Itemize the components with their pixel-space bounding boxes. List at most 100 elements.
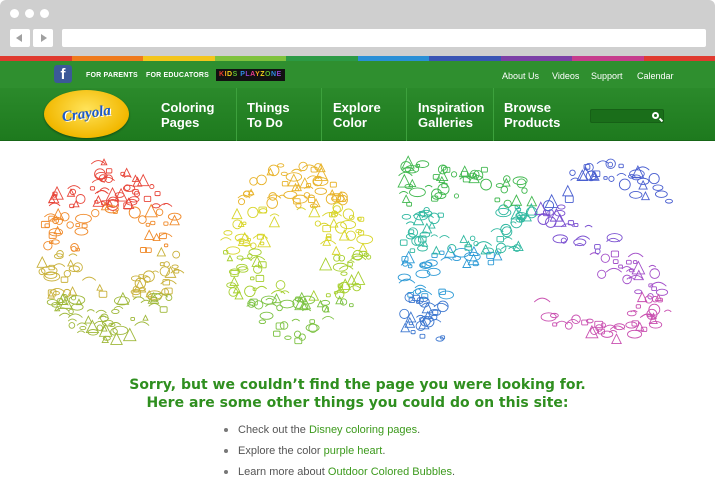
browser-forward-button[interactable] xyxy=(33,29,53,47)
window-close-dot[interactable] xyxy=(10,9,19,18)
crayola-logo[interactable]: Crayola xyxy=(44,90,129,138)
doodle-oval xyxy=(284,335,292,340)
doodle-oval xyxy=(453,248,470,258)
nav-inspiration-galleries[interactable]: Inspiration Galleries xyxy=(418,100,484,130)
doodle-curve xyxy=(95,309,107,314)
doodle-oval xyxy=(649,320,663,329)
doodle-curve xyxy=(348,285,362,290)
doodle-curve xyxy=(648,264,657,268)
utility-bar: f FOR PARENTS FOR EDUCATORS KIDS PLAYZON… xyxy=(0,61,715,88)
doodle-circle xyxy=(345,230,356,241)
doodle-triangle xyxy=(231,207,243,220)
nav-divider xyxy=(493,88,494,141)
nav-coloring-pages[interactable]: Coloring Pages xyxy=(161,100,214,130)
outdoor-colored-bubbles-link[interactable]: Outdoor Colored Bubbles xyxy=(328,466,452,478)
suggestion-suffix: . xyxy=(417,424,421,436)
doodle-oval xyxy=(280,171,288,176)
doodle-circle xyxy=(543,200,555,212)
doodle-curve xyxy=(91,179,105,184)
doodle-curve xyxy=(82,276,97,281)
disney-coloring-pages-link[interactable]: Disney coloring pages xyxy=(309,424,417,436)
doodle-triangle xyxy=(319,257,333,271)
nav-label-line1: Coloring xyxy=(161,100,215,115)
for-educators-link[interactable]: FOR EDUCATORS xyxy=(146,72,209,79)
window-maximize-dot[interactable] xyxy=(40,9,49,18)
doodle-box xyxy=(564,195,574,203)
doodle-box xyxy=(75,223,81,228)
support-link[interactable]: Support xyxy=(591,71,623,81)
doodle-box xyxy=(651,286,657,291)
nav-things-to-do[interactable]: Things To Do xyxy=(247,100,290,130)
about-us-link[interactable]: About Us xyxy=(502,71,539,81)
suggestion-text: Explore the color xyxy=(238,445,324,457)
doodle-box xyxy=(487,259,495,266)
doodle-circle xyxy=(165,294,173,301)
doodle-circle xyxy=(453,193,460,199)
address-bar[interactable] xyxy=(62,29,706,47)
browser-back-button[interactable] xyxy=(10,29,30,47)
videos-link[interactable]: Videos xyxy=(552,71,579,81)
doodle-box xyxy=(349,303,354,308)
doodle-oval xyxy=(606,233,623,243)
doodle-circle xyxy=(249,177,258,186)
doodle-oval xyxy=(438,290,454,300)
arrow-right-icon xyxy=(41,34,47,42)
doodle-box xyxy=(626,259,632,265)
doodle-circle xyxy=(569,169,576,176)
doodle-curve xyxy=(627,252,644,258)
doodle-curve xyxy=(148,303,161,307)
doodle-oval xyxy=(314,187,327,195)
doodle-box xyxy=(307,196,316,203)
doodle-oval xyxy=(223,230,233,236)
nav-browse-products[interactable]: Browse Products xyxy=(504,100,560,130)
doodle-triangle xyxy=(561,184,574,197)
logo-text: Crayola xyxy=(60,102,112,126)
doodle-box xyxy=(432,309,439,315)
doodle-circle xyxy=(155,208,164,216)
facebook-icon[interactable]: f xyxy=(54,65,72,83)
doodle-oval xyxy=(495,207,512,218)
doodle-oval xyxy=(613,323,626,331)
doodle-triangle xyxy=(122,327,137,342)
doodle-circle xyxy=(498,204,509,216)
doodle-circle xyxy=(594,248,601,255)
doodle-curve xyxy=(291,318,300,322)
doodle-triangle xyxy=(116,291,130,305)
doodle-curve xyxy=(53,263,66,267)
doodle-triangle xyxy=(640,191,651,201)
doodle-triangle xyxy=(611,333,622,345)
doodle-oval xyxy=(43,271,61,282)
doodle-circle xyxy=(75,194,86,204)
doodle-circle xyxy=(600,253,610,263)
doodle-oval xyxy=(629,191,643,199)
oops-letter-o xyxy=(220,161,374,345)
nav-label-line2: Pages xyxy=(161,115,200,130)
doodle-circle xyxy=(414,288,422,295)
doodle-triangle xyxy=(271,293,282,304)
doodle-curve xyxy=(68,253,78,257)
doodle-curve xyxy=(459,176,470,180)
search-icon[interactable] xyxy=(652,112,659,119)
for-parents-link[interactable]: FOR PARENTS xyxy=(86,72,138,79)
doodle-triangle xyxy=(142,314,149,321)
window-minimize-dot[interactable] xyxy=(25,9,34,18)
doodle-circle xyxy=(648,173,660,185)
calendar-link[interactable]: Calendar xyxy=(637,71,674,81)
doodle-curve xyxy=(626,276,635,280)
doodle-triangle xyxy=(331,245,341,255)
search-input[interactable] xyxy=(590,109,664,123)
doodle-curve xyxy=(134,321,150,326)
doodle-triangle xyxy=(308,289,320,301)
kids-playzone-link[interactable]: KIDS PLAYZONE xyxy=(216,69,285,81)
purple-heart-link[interactable]: purple heart xyxy=(324,445,383,457)
doodle-oval xyxy=(665,198,673,204)
doodle-curve xyxy=(247,301,256,305)
doodle-box xyxy=(81,223,88,229)
doodle-curve xyxy=(67,185,81,190)
nav-explore-color[interactable]: Explore Color xyxy=(333,100,381,130)
error-message-line2: Here are some other things you could do … xyxy=(146,395,569,411)
doodle-box xyxy=(410,330,416,335)
doodle-triangle xyxy=(144,203,158,218)
doodle-triangle xyxy=(358,242,368,252)
doodle-oval xyxy=(540,312,557,322)
